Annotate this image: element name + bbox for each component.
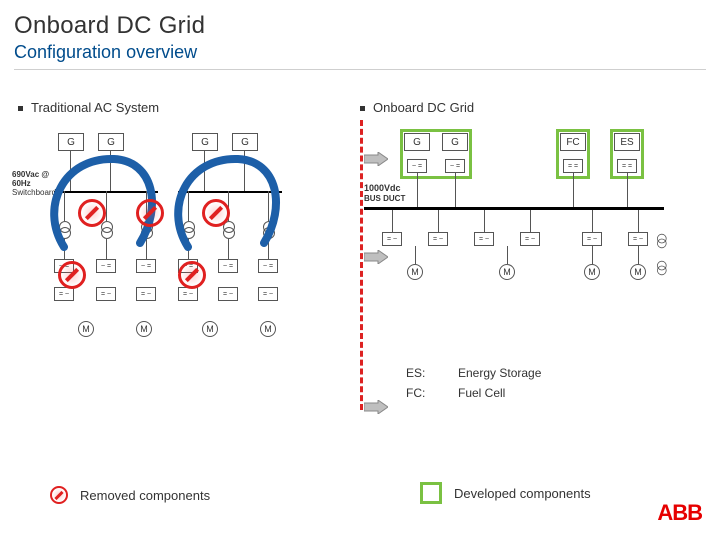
abb-logo: ABB: [657, 500, 702, 526]
table-row: FC: Fuel Cell: [406, 386, 541, 400]
converter-icon: = ~: [96, 287, 116, 301]
left-heading-row: Traditional AC System: [18, 100, 360, 115]
arrow-right-icon: [364, 400, 388, 414]
divider: [14, 69, 706, 70]
converter-icon: = ~: [474, 232, 494, 246]
developed-frame: [610, 129, 644, 179]
arrow-right-icon: [364, 250, 388, 264]
line: [415, 246, 416, 264]
table-row: ES: Energy Storage: [406, 366, 541, 380]
line: [638, 246, 639, 264]
converter-icon: = ~: [628, 232, 648, 246]
converter-icon: = ~: [178, 287, 198, 301]
bullet-icon: [360, 106, 365, 111]
left-diagram: G G G G 690Vac @ 60Hz Switchboard: [18, 129, 360, 369]
no-entry-icon: [202, 199, 230, 227]
line: [627, 173, 628, 207]
line: [455, 173, 456, 207]
motor-icon: M: [78, 321, 94, 337]
abbr-key: FC:: [406, 386, 434, 400]
developed-frame: [556, 129, 590, 179]
abbr-key: ES:: [406, 366, 434, 380]
dc-bus-voltage: 1000Vdc: [364, 183, 401, 193]
right-column: Onboard DC Grid G G FC ES ~ = ~ = = = = …: [360, 100, 702, 369]
right-heading-row: Onboard DC Grid: [360, 100, 702, 115]
line: [438, 210, 439, 232]
abbr-val: Energy Storage: [458, 366, 541, 380]
converter-icon: = ~: [520, 232, 540, 246]
green-square-icon: [420, 482, 442, 504]
legend-developed-label: Developed components: [454, 486, 591, 501]
no-entry-icon: [58, 261, 86, 289]
converter-icon: = ~: [54, 287, 74, 301]
right-heading: Onboard DC Grid: [373, 100, 474, 115]
converter-icon: = ~: [382, 232, 402, 246]
line: [573, 173, 574, 207]
converter-icon: = ~: [218, 287, 238, 301]
line: [507, 246, 508, 264]
slide: Onboard DC Grid Configuration overview T…: [0, 0, 720, 540]
legend-removed: Removed components: [50, 486, 210, 504]
abbr-val: Fuel Cell: [458, 386, 505, 400]
no-entry-icon: [78, 199, 106, 227]
legend-developed: Developed components: [420, 482, 591, 504]
dc-bus: [364, 207, 664, 210]
converter-icon: = ~: [258, 287, 278, 301]
no-entry-icon: [178, 261, 206, 289]
converter-icon: = ~: [136, 287, 156, 301]
motor-icon: M: [136, 321, 152, 337]
right-diagram: G G FC ES ~ = ~ = = = = = 1000Vdc BUS DU…: [360, 129, 702, 369]
motor-icon: M: [499, 264, 515, 280]
no-entry-icon: [136, 199, 164, 227]
line: [484, 210, 485, 232]
line: [392, 210, 393, 232]
dc-bus-duct: BUS DUCT: [364, 195, 405, 204]
transformer-icon: [657, 234, 665, 248]
arrow-right-icon: [364, 152, 388, 166]
motor-icon: M: [630, 264, 646, 280]
converter-icon: = ~: [582, 232, 602, 246]
page-subtitle: Configuration overview: [14, 42, 706, 63]
developed-frame: [400, 129, 472, 179]
line: [530, 210, 531, 232]
abbreviation-table: ES: Energy Storage FC: Fuel Cell: [406, 366, 541, 406]
legend-removed-label: Removed components: [80, 488, 210, 503]
motor-icon: M: [202, 321, 218, 337]
line: [417, 173, 418, 207]
transition-divider: [360, 120, 363, 410]
bus-hz: 60Hz: [12, 179, 31, 188]
line: [638, 210, 639, 232]
line: [592, 210, 593, 232]
line: [592, 246, 593, 264]
motor-icon: M: [584, 264, 600, 280]
converter-icon: = ~: [428, 232, 448, 246]
left-heading: Traditional AC System: [31, 100, 159, 115]
left-column: Traditional AC System G G G G: [18, 100, 360, 369]
bullet-icon: [18, 106, 23, 111]
no-entry-icon: [50, 486, 68, 504]
transformer-icon: [657, 261, 665, 275]
page-title: Onboard DC Grid: [14, 12, 706, 40]
motor-icon: M: [260, 321, 276, 337]
motor-icon: M: [407, 264, 423, 280]
